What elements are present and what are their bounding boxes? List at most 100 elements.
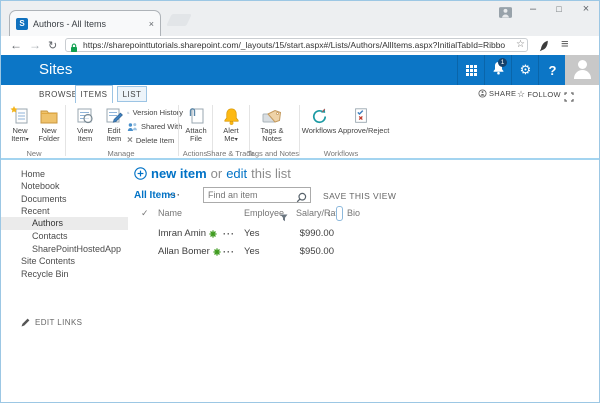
notification-badge: 1 (498, 58, 507, 67)
column-header-bio[interactable]: Bio (347, 206, 360, 220)
new-folder-button[interactable]: New Folder (34, 105, 64, 147)
refresh-icon[interactable]: ↻ (48, 39, 57, 52)
app-launcher-button[interactable] (457, 55, 485, 85)
new-item-link[interactable]: new item (151, 166, 207, 181)
delete-x-icon: × (127, 135, 133, 146)
menu-icon[interactable]: ≡ (561, 36, 569, 51)
avatar-head (578, 60, 587, 69)
sharepoint-favicon: S (16, 17, 28, 30)
ribbon: New Item▾ New Folder View Item Edit Item Ver… (1, 103, 599, 160)
help-button[interactable]: ? (538, 55, 566, 85)
new-tab-button[interactable] (166, 14, 192, 26)
suite-bar: Sites 1 ⚙ ? (1, 55, 599, 85)
new-folder-icon (34, 105, 64, 126)
alert-me-button[interactable]: Alert Me▾ (216, 105, 246, 147)
settings-button[interactable]: ⚙ (511, 55, 539, 85)
sidebar-item-contacts[interactable]: Contacts (1, 230, 128, 243)
follow-star-icon: ☆ (517, 89, 526, 99)
tab-items[interactable]: ITEMS (75, 85, 113, 103)
tags-notes-button[interactable]: Tags & Notes (255, 105, 289, 147)
help-icon: ? (548, 62, 557, 78)
version-history-button[interactable]: Version History (127, 106, 183, 119)
browser-toolbar: ← → ↻ https://sharepointtutorials.sharep… (1, 36, 599, 55)
save-this-view-link[interactable]: SAVE THIS VIEW (323, 191, 396, 201)
user-avatar[interactable] (565, 55, 599, 85)
new-item-badge-icon (209, 230, 217, 238)
share-button[interactable]: SHARE (478, 89, 516, 98)
workflows-button[interactable]: Workflows (301, 105, 337, 147)
ribbon-tab-row: BROWSE ITEMS LIST SHARE ☆ FOLLOW (1, 85, 599, 103)
bookmark-star-icon[interactable]: ☆ (516, 39, 525, 50)
maximize-button[interactable]: □ (550, 4, 568, 14)
row-employee: Yes (244, 228, 260, 239)
profile-icon[interactable] (499, 5, 512, 23)
follow-button[interactable]: ☆ FOLLOW (517, 89, 561, 100)
or-text: or (210, 165, 223, 181)
this-list-text: this list (251, 165, 291, 181)
view-item-button[interactable]: View Item (70, 105, 100, 147)
dropdown-arrow-icon: ▾ (25, 137, 29, 143)
sidebar-item-authors[interactable]: Authors (1, 217, 128, 230)
plus-circle-icon[interactable] (134, 166, 147, 180)
sidebar-item-site-contents[interactable]: Site Contents (1, 255, 128, 268)
row-ellipsis-menu[interactable]: ··· (223, 243, 235, 261)
tab-browse[interactable]: BROWSE (39, 90, 78, 99)
minimize-button[interactable]: – (524, 3, 542, 15)
row-ellipsis-menu[interactable]: ··· (223, 225, 235, 243)
select-all-check-icon[interactable]: ✓ (141, 206, 149, 220)
edit-list-link[interactable]: edit (226, 166, 247, 181)
delete-item-button[interactable]: × Delete Item (127, 134, 183, 147)
tab-close-icon[interactable]: × (149, 19, 154, 29)
sidebar-item-notebook[interactable]: Notebook (1, 180, 128, 193)
ribbon-group-workflows: Workflows (323, 149, 359, 158)
column-header-employee[interactable]: Employee (244, 206, 284, 220)
row-salary: $950.00 (299, 246, 334, 257)
edit-item-icon (99, 105, 129, 126)
table-row: Imran Amin ··· Yes $990.00 (128, 225, 599, 243)
gear-icon: ⚙ (519, 62, 532, 77)
column-resize-pill[interactable] (336, 206, 343, 221)
column-header-name[interactable]: Name (158, 206, 182, 220)
workflows-icon (301, 105, 337, 126)
site-title[interactable]: Sites (39, 61, 72, 78)
favicon-letter: S (19, 19, 25, 28)
left-navigation: Home Notebook Documents Recent Authors C… (1, 160, 128, 402)
row-name[interactable]: Allan Bomer (158, 243, 210, 261)
view-item-icon (70, 105, 100, 126)
browser-tab[interactable]: S Authors - All Items × (9, 10, 161, 36)
shared-with-button[interactable]: Shared With (127, 120, 183, 133)
version-history-icon (127, 111, 130, 114)
new-item-icon (5, 105, 35, 126)
browser-window: S Authors - All Items × – □ × ← → ↻ http… (0, 0, 600, 403)
tab-title: Authors - All Items (33, 18, 107, 29)
list-view-main: new item or edit this list All Items ···… (128, 160, 599, 402)
close-button[interactable]: × (577, 3, 595, 15)
table-row: Allan Bomer ··· Yes $950.00 (128, 243, 599, 261)
ribbon-group-actions: Actions (182, 149, 208, 158)
pencil-icon (21, 318, 30, 327)
edit-item-button[interactable]: Edit Item (99, 105, 129, 147)
address-bar[interactable]: https://sharepointtutorials.sharepoint.c… (65, 38, 528, 52)
attach-file-button[interactable]: Attach File (181, 105, 211, 147)
edit-links-button[interactable]: EDIT LINKS (21, 318, 82, 327)
list-heading: new item or edit this list (134, 164, 291, 182)
browser-tab-strip: S Authors - All Items × – □ × (1, 1, 599, 36)
new-item-badge-icon (213, 248, 221, 256)
alert-me-bell-icon (216, 105, 246, 126)
app-launcher-grid-icon (466, 64, 477, 76)
tab-list[interactable]: LIST (117, 86, 147, 102)
back-icon[interactable]: ← (10, 38, 22, 52)
avatar-body (574, 70, 591, 79)
page-content: Home Notebook Documents Recent Authors C… (1, 160, 599, 402)
row-name[interactable]: Imran Amin (158, 225, 206, 243)
approve-reject-icon (338, 105, 384, 126)
dropdown-arrow-icon: ▾ (234, 137, 238, 143)
notifications-button[interactable]: 1 (484, 55, 512, 85)
forward-icon[interactable]: → (29, 38, 41, 52)
share-icon (478, 89, 487, 98)
sidebar-item-recycle-bin[interactable]: Recycle Bin (1, 268, 128, 281)
view-ellipsis-menu[interactable]: ··· (169, 190, 181, 200)
search-input[interactable] (204, 188, 300, 202)
new-item-button[interactable]: New Item▾ (5, 105, 35, 147)
approve-reject-button[interactable]: Approve/Reject (338, 105, 389, 147)
